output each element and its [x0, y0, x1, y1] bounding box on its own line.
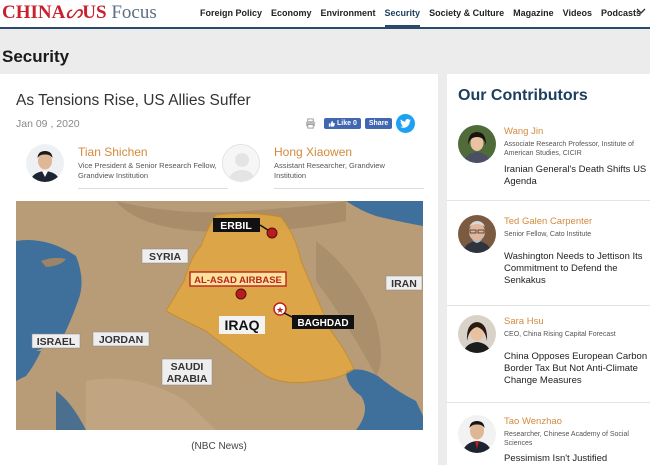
author-avatar-placeholder: [222, 144, 260, 182]
print-icon[interactable]: [305, 118, 316, 129]
nav-podcasts[interactable]: Podcasts: [601, 0, 641, 27]
article-date: Jan 09 , 2020: [16, 118, 80, 130]
author-role: Vice President & Senior Research Fellow,…: [78, 161, 217, 180]
contributor-name[interactable]: Sara Hsu: [504, 316, 544, 327]
facebook-like-label: Like 0: [337, 120, 357, 127]
share-bar: Like 0 Share: [305, 114, 416, 133]
author-name[interactable]: Hong Xiaowen: [274, 145, 352, 159]
contributor-role: Associate Research Professor, Institute …: [504, 141, 634, 157]
chevron-down-icon[interactable]: [636, 6, 646, 16]
svg-text:★: ★: [276, 305, 284, 315]
nav-society-culture[interactable]: Society & Culture: [429, 0, 504, 27]
contributor-role: CEO, China Rising Capital Forecast: [504, 331, 616, 338]
contributor-role: Senior Fellow, Cato Institute: [504, 231, 592, 238]
twitter-bird-icon: [400, 119, 412, 128]
logo-swoosh-icon: ᔕ: [65, 2, 83, 23]
contributor-article-link[interactable]: Pessimism Isn't Justified: [504, 453, 649, 465]
main-nav: Foreign Policy Economy Environment Secur…: [200, 0, 650, 27]
thumbs-up-icon: [328, 120, 335, 127]
article-card: As Tensions Rise, US Allies Suffer Jan 0…: [0, 74, 438, 465]
image-caption: (NBC News): [191, 441, 247, 452]
contributor-article-link[interactable]: Washington Needs to Jettison Its Commitm…: [504, 251, 649, 287]
nav-environment[interactable]: Environment: [321, 0, 376, 27]
map-label-airbase: AL-ASAD AIRBASE: [194, 275, 282, 286]
article-headline: As Tensions Rise, US Allies Suffer: [16, 92, 251, 109]
logo-china: CHINA: [2, 2, 66, 23]
divider: [274, 188, 424, 189]
nav-economy[interactable]: Economy: [271, 0, 312, 27]
top-navigation-bar: CHINAᔕUS Focus Foreign Policy Economy En…: [0, 0, 650, 29]
facebook-share-button[interactable]: Share: [364, 118, 393, 129]
map-label-baghdad: BAGHDAD: [297, 318, 348, 329]
page-title: Security: [2, 47, 70, 66]
map-label-saudi: SAUDI: [171, 361, 204, 373]
map-label-jordan: JORDAN: [99, 334, 143, 346]
facebook-like-button[interactable]: Like 0: [324, 118, 361, 129]
map-label-iraq: IRAQ: [225, 317, 260, 333]
contributor-name[interactable]: Tao Wenzhao: [504, 416, 562, 427]
contributor-avatar: [458, 125, 496, 163]
nav-videos[interactable]: Videos: [563, 0, 592, 27]
contributor-avatar: [458, 415, 496, 453]
contributors-sidebar: Our Contributors Wang Jin Associate Rese…: [447, 74, 650, 465]
map-label-syria: SYRIA: [149, 251, 182, 263]
sidebar-title: Our Contributors: [458, 87, 588, 104]
contributor-article-link[interactable]: China Opposes European Carbon Border Tax…: [504, 351, 649, 387]
contributor-avatar: [458, 315, 496, 353]
nav-security[interactable]: Security: [384, 0, 420, 27]
divider: [447, 402, 650, 403]
divider: [78, 188, 228, 189]
logo-focus: Focus: [111, 2, 157, 23]
contributor-name[interactable]: Wang Jin: [504, 126, 543, 137]
author-avatar: [26, 144, 64, 182]
contributor-avatar: [458, 215, 496, 253]
map-label-iran: IRAN: [391, 278, 417, 290]
logo-us: US: [82, 2, 107, 23]
nav-magazine[interactable]: Magazine: [513, 0, 554, 27]
twitter-button[interactable]: [396, 114, 416, 133]
contributor-role: Researcher, Chinese Academy of Social Sc…: [504, 431, 629, 447]
map-label-erbil: ERBIL: [220, 220, 252, 232]
contributor-article-link[interactable]: Iranian General's Death Shifts US Agenda: [504, 164, 649, 188]
author-name[interactable]: Tian Shichen: [78, 145, 148, 159]
article-map-image: ERBIL SYRIA AL-ASAD AIRBASE IRAQ ★ BAGHD…: [16, 201, 423, 430]
map-label-israel: ISRAEL: [37, 336, 76, 348]
contributor-name[interactable]: Ted Galen Carpenter: [504, 216, 592, 227]
site-logo[interactable]: CHINAᔕUS Focus: [2, 2, 157, 24]
map-label-arabia: ARABIA: [167, 373, 208, 385]
divider: [447, 200, 650, 201]
divider: [447, 305, 650, 306]
author-role: Assistant Researcher, Grandview Institut…: [274, 161, 385, 180]
nav-foreign-policy[interactable]: Foreign Policy: [200, 0, 262, 27]
